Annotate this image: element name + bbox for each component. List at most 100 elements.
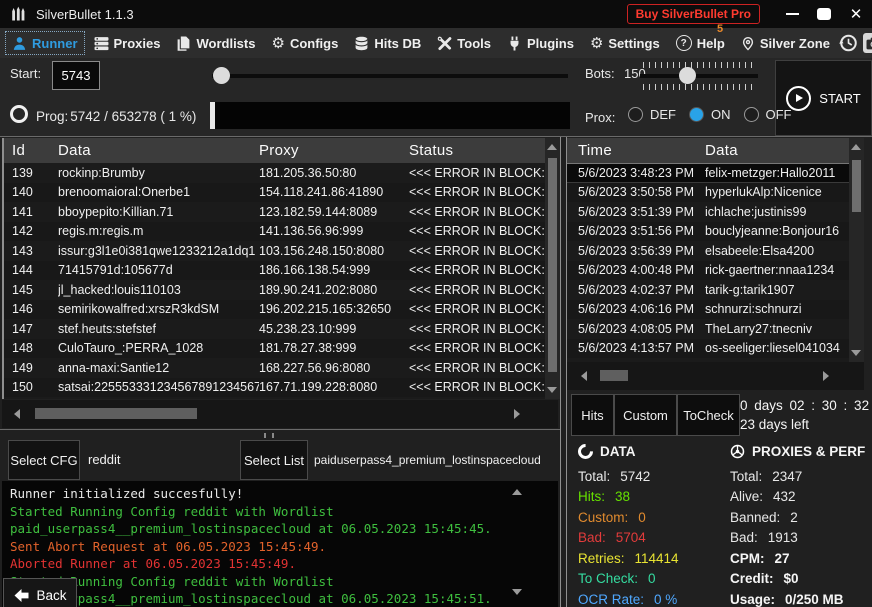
cell-proxy: 45.238.23.10:999 xyxy=(259,322,409,336)
table-row[interactable]: 5/6/2023 4:06:16 PMschnurzi:schnurzi xyxy=(567,300,864,320)
cell-data: jl_hacked:louis110103 xyxy=(58,283,259,297)
tab-configs[interactable]: ⚙ Configs xyxy=(263,30,346,56)
selected-wordlist-name: paiduserpass4_premium_lostinspacecloud xyxy=(314,453,541,467)
table-row[interactable]: 149anna-maxi:Santie12168.227.56.96:8080<… xyxy=(4,358,560,378)
scroll-right-icon[interactable] xyxy=(823,371,829,381)
table-row[interactable]: 5/6/2023 4:02:37 PMtarik-g:tarik1907 xyxy=(567,280,864,300)
proxies-stats-header: PROXIES & PERF xyxy=(730,444,865,459)
table-row[interactable]: 140brenoomaioral:Onerbe1154.118.241.86:4… xyxy=(4,183,560,203)
bots-slider[interactable] xyxy=(640,74,758,78)
stat-value: 38 xyxy=(615,489,630,504)
table-row[interactable]: 139rockinp:Brumby181.205.36.50:80<<< ERR… xyxy=(4,163,560,183)
table-row[interactable]: 145jl_hacked:louis110103189.90.241.202:8… xyxy=(4,280,560,300)
select-cfg-button[interactable]: Select CFG xyxy=(8,440,80,480)
prox-def-radio[interactable] xyxy=(628,107,643,122)
runner-hscroll-thumb[interactable] xyxy=(35,408,197,419)
hits-table-vscroll[interactable] xyxy=(849,138,864,362)
bots-slider-thumb[interactable] xyxy=(679,67,696,84)
tab-runner[interactable]: Runner xyxy=(4,30,86,56)
table-row[interactable]: 5/6/2023 3:51:56 PMbouclyjeanne:Bonjour1… xyxy=(567,222,864,242)
cell-status: <<< ERROR IN BLOCK: R xyxy=(409,205,560,219)
hits-table-hscroll[interactable] xyxy=(567,362,864,390)
scroll-up-icon[interactable] xyxy=(851,144,861,150)
runner-vscroll-thumb[interactable] xyxy=(548,158,557,372)
log-line: paid_userpass4__premium_lostinspacecloud… xyxy=(2,520,558,538)
col-id[interactable]: Id xyxy=(12,142,58,159)
col-proxy[interactable]: Proxy xyxy=(259,142,409,159)
col-data[interactable]: Data xyxy=(58,142,259,159)
prox-on-radio[interactable] xyxy=(689,107,704,122)
runner-table-vscroll[interactable] xyxy=(545,138,560,399)
tab-hits-db[interactable]: Hits DB xyxy=(346,30,429,56)
tab-wordlists[interactable]: Wordlists xyxy=(168,30,263,56)
log-scroll-down-icon[interactable] xyxy=(512,589,522,595)
scroll-up-icon[interactable] xyxy=(547,144,557,150)
prox-on-label[interactable]: ON xyxy=(711,107,731,122)
scroll-right-icon[interactable] xyxy=(514,409,520,419)
cell-time: 5/6/2023 4:02:37 PM xyxy=(578,283,705,297)
scroll-left-icon[interactable] xyxy=(581,371,587,381)
cell-proxy: 123.182.59.144:8089 xyxy=(259,205,409,219)
data-stats-list: Total:5742Hits:38Custom:0Bad:5704Retries… xyxy=(578,466,728,607)
tab-hits[interactable]: Hits xyxy=(571,394,614,436)
start-run-button[interactable]: START xyxy=(775,60,872,136)
minimize-button[interactable] xyxy=(776,0,808,28)
cell-data: regis.m:regis.m xyxy=(58,224,259,238)
buy-pro-button[interactable]: Buy SilverBullet Pro xyxy=(627,4,760,24)
hits-vscroll-thumb[interactable] xyxy=(852,160,861,212)
table-row[interactable]: 5/6/2023 4:00:48 PMrick-gaertner:nnaa123… xyxy=(567,261,864,281)
tab-tocheck[interactable]: ToCheck xyxy=(677,394,740,436)
table-row[interactable]: 5/6/2023 3:56:39 PMelsabeele:Elsa4200 xyxy=(567,241,864,261)
tab-settings[interactable]: ⚙ Settings xyxy=(582,30,668,56)
table-row[interactable]: 143issur:g3l1e0i381qwe1233212a1dq1103.15… xyxy=(4,241,560,261)
col-time[interactable]: Time xyxy=(578,142,705,159)
table-row[interactable]: 5/6/2023 4:13:57 PMos-seeliger:liesel041… xyxy=(567,339,864,359)
tab-custom[interactable]: Custom xyxy=(614,394,677,436)
col-hit-data[interactable]: Data xyxy=(705,142,864,159)
table-row[interactable]: 146semirikowalfred:xrszR3kdSM196.202.215… xyxy=(4,300,560,320)
prox-off-label[interactable]: OFF xyxy=(766,107,792,122)
hits-hscroll-thumb[interactable] xyxy=(600,370,628,381)
cell-time: 5/6/2023 3:51:39 PM xyxy=(578,205,705,219)
panel-splitter[interactable] xyxy=(560,137,567,607)
table-row[interactable]: 142regis.m:regis.m141.136.56.96:999<<< E… xyxy=(4,222,560,242)
cell-data: brenoomaioral:Onerbe1 xyxy=(58,185,259,199)
cell-status: <<< ERROR IN BLOCK: R xyxy=(409,361,560,375)
table-row[interactable]: 5/6/2023 3:48:23 PMfelix-metzger:Hallo20… xyxy=(567,163,864,183)
runner-table-hscroll[interactable] xyxy=(2,400,558,428)
table-row[interactable]: 150satsai:225553331234567891234567167.71… xyxy=(4,378,560,398)
cell-id: 139 xyxy=(12,166,58,180)
start-slider-thumb[interactable] xyxy=(213,67,230,84)
close-button[interactable]: ✕ xyxy=(840,0,872,28)
col-status[interactable]: Status xyxy=(409,142,560,159)
table-row[interactable]: 5/6/2023 3:50:58 PMhyperlukAlp:Nicenice xyxy=(567,183,864,203)
maximize-button[interactable] xyxy=(808,0,840,28)
log-scroll-up-icon[interactable] xyxy=(512,489,522,495)
splitter-grip[interactable] xyxy=(264,433,274,438)
select-list-button[interactable]: Select List xyxy=(240,440,308,480)
log-console[interactable]: Runner initialized succesfully!Started R… xyxy=(2,481,558,607)
screenshot-button[interactable] xyxy=(863,33,872,53)
tab-silver-zone[interactable]: Silver Zone xyxy=(733,30,838,56)
back-button[interactable]: Back xyxy=(3,578,77,607)
scroll-left-icon[interactable] xyxy=(14,409,20,419)
prox-def-label[interactable]: DEF xyxy=(650,107,676,122)
history-button[interactable] xyxy=(838,33,858,53)
stat-item: Credit:$0 xyxy=(730,569,872,590)
scroll-down-icon[interactable] xyxy=(851,350,861,356)
stat-label: Alive: xyxy=(730,489,763,504)
table-row[interactable]: 5/6/2023 3:51:39 PMichlache:justinis99 xyxy=(567,202,864,222)
table-row[interactable]: 147stef.heuts:stefstef45.238.23.10:999<<… xyxy=(4,319,560,339)
table-row[interactable]: 148CuloTauro_:PERRA_1028181.78.27.38:999… xyxy=(4,339,560,359)
stat-value: 2 xyxy=(790,510,798,525)
tab-plugins[interactable]: Plugins xyxy=(499,30,582,56)
prox-off-radio[interactable] xyxy=(744,107,759,122)
tab-proxies[interactable]: Proxies xyxy=(86,30,169,56)
start-slider[interactable] xyxy=(212,74,568,78)
start-input[interactable] xyxy=(52,61,100,90)
scroll-down-icon[interactable] xyxy=(547,387,557,393)
tab-tools[interactable]: Tools xyxy=(429,30,499,56)
table-row[interactable]: 5/6/2023 4:08:05 PMTheLarry27:tnecniv xyxy=(567,319,864,339)
table-row[interactable]: 14471415791d:105677d186.166.138.54:999<<… xyxy=(4,261,560,281)
table-row[interactable]: 141bboypepito:Killian.71123.182.59.144:8… xyxy=(4,202,560,222)
